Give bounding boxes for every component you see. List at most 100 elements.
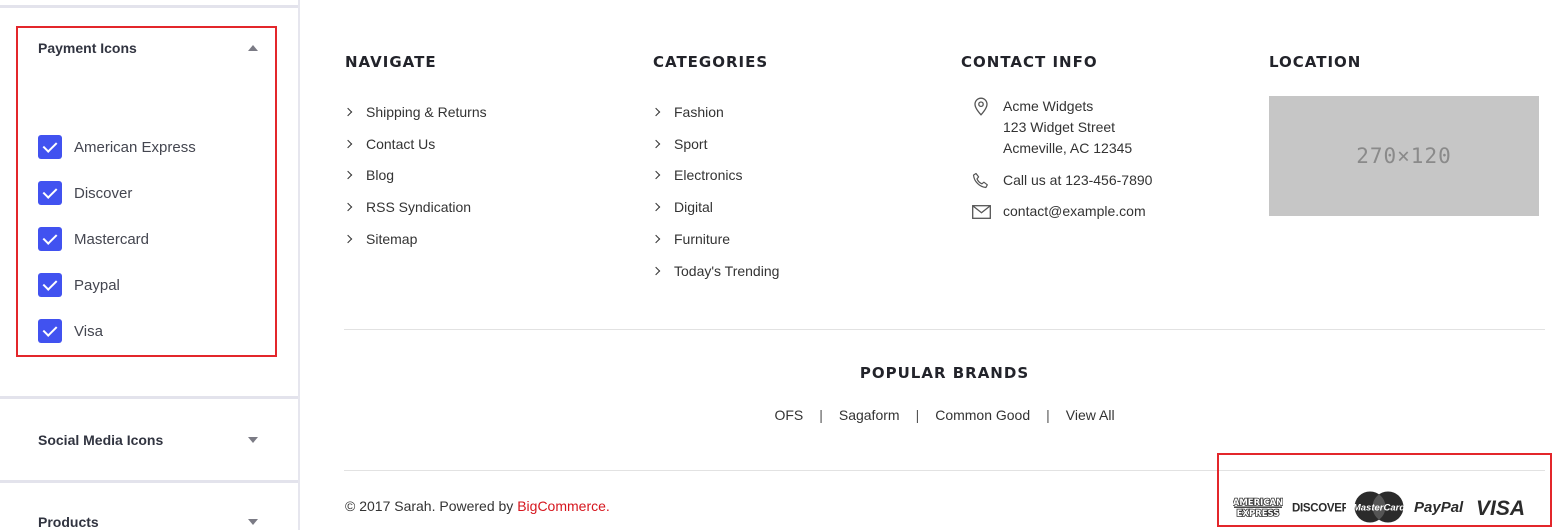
sidebar-top-divider: [0, 5, 298, 8]
chevron-right-icon: [343, 234, 353, 244]
checkbox-label: Discover: [74, 184, 133, 202]
svg-text:PayPal: PayPal: [1414, 499, 1464, 516]
payment-icons-section-header[interactable]: Payment Icons: [38, 38, 258, 58]
email-link[interactable]: contact@example.com: [1003, 201, 1146, 222]
chevron-right-icon: [651, 107, 661, 117]
footer-link[interactable]: Furniture: [651, 223, 779, 255]
brand-separator: |: [915, 407, 920, 423]
map-placeholder-text: 270×120: [1356, 144, 1452, 168]
footer-link[interactable]: RSS Syndication: [343, 191, 487, 223]
svg-text:MasterCard: MasterCard: [1353, 503, 1405, 514]
caret-down-icon[interactable]: [248, 519, 258, 525]
link-text[interactable]: RSS Syndication: [366, 199, 471, 215]
svg-text:VISA: VISA: [1476, 497, 1525, 518]
payment-icons-section-title: Payment Icons: [38, 40, 137, 56]
popular-brands-heading: POPULAR BRANDS: [859, 364, 1030, 382]
envelope-icon: [970, 201, 992, 222]
paypal-icon: PayPal: [1408, 488, 1472, 526]
checkbox-label: Visa: [74, 322, 103, 340]
svg-text:DISCOVER: DISCOVER: [1292, 503, 1346, 515]
footer-link[interactable]: Fashion: [651, 96, 779, 128]
checkbox-row-mastercard[interactable]: Mastercard: [38, 227, 149, 251]
products-section-title: Products: [38, 514, 99, 530]
link-text[interactable]: Electronics: [674, 167, 742, 183]
payment-icons-row: AMERICAN EXPRESS DISCOVER MasterCard Pay…: [1230, 488, 1530, 526]
discover-icon: DISCOVER: [1286, 488, 1350, 526]
phone-text[interactable]: Call us at 123-456-7890: [1003, 170, 1152, 191]
chevron-right-icon: [343, 107, 353, 117]
chevron-right-icon: [651, 203, 661, 212]
contact-phone[interactable]: Call us at 123-456-7890: [970, 170, 1152, 191]
caret-down-icon[interactable]: [248, 437, 258, 443]
popular-brands-list: OFS | Sagaform | Common Good | View All: [344, 407, 1545, 423]
footer-link[interactable]: Today's Trending: [651, 255, 779, 287]
link-text[interactable]: Digital: [674, 199, 713, 215]
footer-link[interactable]: Sport: [651, 128, 779, 160]
sidebar-section-divider: [0, 396, 298, 399]
checkbox-label: American Express: [74, 138, 196, 156]
link-text[interactable]: Blog: [366, 167, 394, 183]
brand-link[interactable]: Sagaform: [839, 407, 900, 423]
checkbox-checked-icon[interactable]: [38, 181, 62, 205]
mastercard-icon: MasterCard: [1350, 488, 1408, 526]
link-text[interactable]: Sport: [674, 136, 707, 152]
location-heading: LOCATION: [1269, 53, 1362, 71]
brand-link[interactable]: Common Good: [935, 407, 1030, 423]
checkbox-checked-icon[interactable]: [38, 135, 62, 159]
link-text[interactable]: Furniture: [674, 231, 730, 247]
chevron-right-icon: [343, 203, 353, 212]
chevron-right-icon: [651, 266, 661, 276]
contact-info-heading: CONTACT INFO: [961, 53, 1098, 71]
footer-link[interactable]: Shipping & Returns: [343, 96, 487, 128]
brand-separator: |: [819, 407, 823, 423]
brand-link[interactable]: OFS: [774, 407, 803, 423]
address-line: Acme Widgets: [1003, 98, 1094, 114]
location-map-placeholder: 270×120: [1269, 96, 1539, 216]
copyright-suffix: .: [605, 498, 610, 514]
checkbox-row-american-express[interactable]: American Express: [38, 135, 196, 159]
footer-link[interactable]: Contact Us: [343, 128, 487, 160]
footer-divider: [344, 329, 1545, 330]
bigcommerce-link[interactable]: BigCommerce: [517, 498, 606, 514]
navigate-links: Shipping & Returns Contact Us Blog RSS S…: [343, 96, 487, 255]
categories-links: Fashion Sport Electronics Digital Furnit…: [651, 96, 779, 287]
footer-link[interactable]: Sitemap: [343, 223, 487, 255]
link-text[interactable]: Today's Trending: [674, 263, 779, 279]
products-section-header[interactable]: Products: [38, 512, 258, 530]
copyright-text: © 2017 Sarah. Powered by BigCommerce.: [345, 498, 610, 514]
checkbox-label: Paypal: [74, 276, 120, 294]
checkbox-row-paypal[interactable]: Paypal: [38, 273, 120, 297]
social-media-icons-section-title: Social Media Icons: [38, 432, 164, 448]
contact-address: Acme Widgets 123 Widget Street Acmeville…: [970, 96, 1132, 159]
footer-divider: [344, 470, 1545, 471]
caret-up-icon[interactable]: [248, 45, 258, 51]
checkbox-row-visa[interactable]: Visa: [38, 319, 103, 343]
view-all-brands-link[interactable]: View All: [1066, 407, 1115, 423]
checkbox-checked-icon[interactable]: [38, 319, 62, 343]
link-text[interactable]: Sitemap: [366, 231, 417, 247]
sidebar-section-divider: [0, 480, 298, 483]
address-line: Acmeville, AC 12345: [1003, 140, 1133, 156]
checkbox-checked-icon[interactable]: [38, 227, 62, 251]
american-express-icon: AMERICAN EXPRESS: [1230, 488, 1286, 526]
link-text[interactable]: Shipping & Returns: [366, 104, 487, 120]
address-text: Acme Widgets 123 Widget Street Acmeville…: [1003, 96, 1132, 159]
copyright-prefix: © 2017 Sarah. Powered by: [345, 498, 518, 514]
social-media-icons-section-header[interactable]: Social Media Icons: [38, 430, 258, 450]
map-pin-icon: [970, 96, 992, 117]
footer-link[interactable]: Blog: [343, 160, 487, 192]
checkbox-checked-icon[interactable]: [38, 273, 62, 297]
link-text[interactable]: Contact Us: [366, 136, 435, 152]
checkbox-row-discover[interactable]: Discover: [38, 181, 132, 205]
address-line: 123 Widget Street: [1003, 119, 1116, 135]
chevron-right-icon: [651, 139, 661, 148]
footer-link[interactable]: Electronics: [651, 160, 779, 192]
link-text[interactable]: Fashion: [674, 104, 724, 120]
brand-separator: |: [1046, 407, 1050, 423]
checkbox-label: Mastercard: [74, 230, 150, 248]
contact-email[interactable]: contact@example.com: [970, 201, 1146, 222]
svg-text:EXPRESS: EXPRESS: [1237, 509, 1280, 518]
footer-link[interactable]: Digital: [651, 191, 779, 223]
sidebar: Payment Icons American Express Discover …: [0, 0, 300, 530]
phone-icon: [970, 170, 992, 191]
